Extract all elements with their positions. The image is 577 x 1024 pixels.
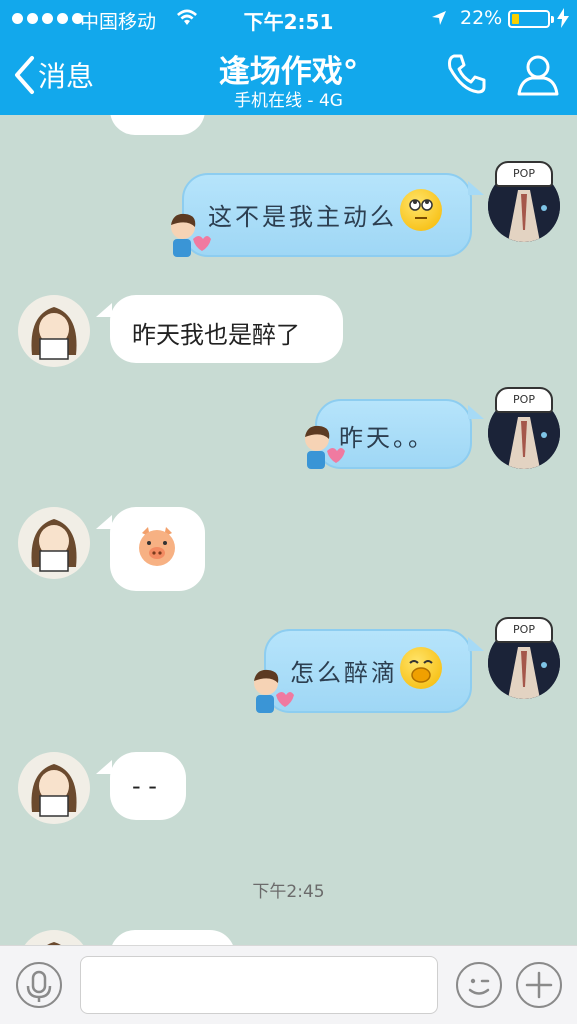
- microphone-icon: [26, 970, 52, 1002]
- boy-sticker-icon: [305, 425, 345, 469]
- charging-bolt-icon: [557, 8, 569, 28]
- chat-subtitle: 手机在线 - 4G: [234, 91, 343, 111]
- contact-avatar[interactable]: [18, 752, 90, 824]
- message-text: - -: [132, 772, 157, 800]
- pop-cap-badge: POP: [495, 161, 553, 187]
- message-input[interactable]: [80, 956, 438, 1014]
- smiley-icon: [468, 978, 490, 995]
- bubble-tail: [468, 181, 484, 195]
- plus-icon: [525, 971, 553, 999]
- girl-avatar-icon: [31, 519, 77, 572]
- header-bar: 中国移动 下午2:51 22% 消息 逢场作戏° 手机在线 - 4G: [0, 0, 577, 115]
- bubble-tail: [96, 515, 112, 529]
- voice-button[interactable]: [16, 962, 62, 1008]
- message-bubble-theirs[interactable]: - -: [110, 752, 186, 820]
- girl-avatar-icon: [47, 942, 61, 945]
- emoji-button[interactable]: [456, 962, 502, 1008]
- pop-cap-badge: POP: [495, 387, 553, 413]
- message-bubble-partial[interactable]: [110, 930, 235, 945]
- battery-icon: [508, 10, 554, 28]
- message-bubble-theirs[interactable]: [110, 507, 205, 591]
- more-button[interactable]: [516, 962, 562, 1008]
- contact-avatar-partial[interactable]: [18, 930, 90, 945]
- bubble-tail: [96, 303, 112, 317]
- message-text: 昨天我也是醉了: [132, 321, 300, 349]
- bubble-tail: [468, 637, 484, 651]
- message-bubble-partial[interactable]: [110, 115, 205, 135]
- message-bubble-mine[interactable]: 这不是我主动么: [182, 173, 472, 257]
- person-icon: [517, 55, 559, 96]
- phone-icon: [448, 54, 486, 94]
- snicker-emoji: [400, 647, 442, 689]
- chat-title: 逢场作戏°: [218, 54, 359, 90]
- profile-button[interactable]: [515, 52, 561, 102]
- message-timestamp: 下午2:45: [252, 882, 325, 902]
- message-text: 怎么醉滴: [290, 659, 398, 687]
- contact-avatar[interactable]: [18, 507, 90, 579]
- contact-avatar[interactable]: [18, 295, 90, 367]
- battery-percent: 22%: [460, 7, 503, 29]
- boy-sticker-icon: [254, 669, 294, 713]
- bubble-tail: [96, 760, 112, 774]
- bubble-tail: [468, 405, 484, 419]
- girl-avatar-icon: [31, 307, 77, 360]
- input-bar: [0, 945, 577, 1024]
- message-text: 昨天。。: [339, 424, 435, 452]
- boy-sticker-icon: [171, 213, 211, 257]
- chat-area[interactable]: POP 这不是我主动么 昨天我也是醉了 POP 昨天。。 POP 怎么醉滴 - …: [0, 115, 577, 945]
- girl-avatar-icon: [31, 764, 77, 817]
- status-bar: 中国移动 下午2:51 22%: [0, 0, 577, 38]
- call-button[interactable]: [444, 52, 488, 100]
- location-arrow-icon: [432, 11, 446, 25]
- pig-emoji: [139, 527, 175, 566]
- pop-cap-badge: POP: [495, 617, 553, 643]
- message-text: 这不是我主动么: [208, 203, 397, 231]
- eye-roll-emoji: [400, 189, 442, 231]
- message-bubble-theirs[interactable]: 昨天我也是醉了: [110, 295, 343, 363]
